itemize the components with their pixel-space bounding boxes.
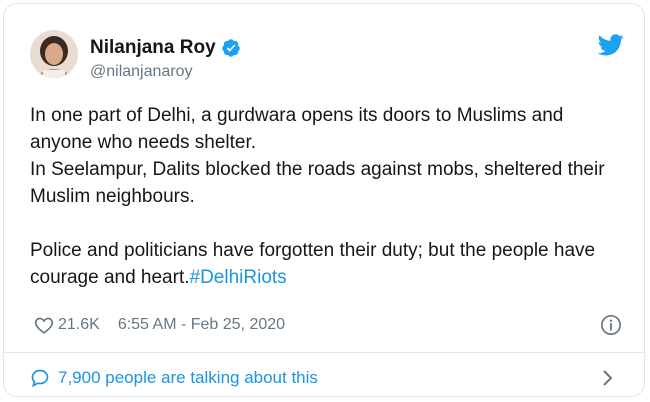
avatar[interactable] <box>30 30 78 78</box>
tweet-meta: 21.6K 6:55 AM - Feb 25, 2020 <box>34 316 285 334</box>
timestamp[interactable]: 6:55 AM - Feb 25, 2020 <box>118 316 285 334</box>
info-icon[interactable] <box>600 314 622 336</box>
tweet-card: Nilanjana Roy @nilanjanaroy In one part … <box>3 3 645 397</box>
author-name-row[interactable]: Nilanjana Roy <box>90 37 241 59</box>
tweet-line-1: In one part of Delhi, a gurdwara opens i… <box>30 105 564 153</box>
avatar-image <box>30 30 78 78</box>
talking-count[interactable]: 7,900 people are talking about this <box>58 368 318 388</box>
twitter-bird-icon[interactable] <box>598 34 624 56</box>
verified-badge-icon <box>221 39 240 57</box>
divider <box>4 352 644 353</box>
conversation-link[interactable]: 7,900 people are talking about this <box>30 368 318 388</box>
author-name[interactable]: Nilanjana Roy <box>90 37 216 59</box>
hashtag-link[interactable]: #DelhiRiots <box>190 267 287 288</box>
tweet-line-3: Police and politicians have forgotten th… <box>30 237 630 291</box>
tweet-text: In one part of Delhi, a gurdwara opens i… <box>30 102 630 291</box>
tweet-line-2: In Seelampur, Dalits blocked the roads a… <box>30 159 605 207</box>
chevron-right-icon[interactable] <box>602 369 614 387</box>
tweet-line-3-text: Police and politicians have forgotten th… <box>30 240 596 288</box>
author-handle[interactable]: @nilanjanaroy <box>90 63 193 81</box>
speech-bubble-icon <box>31 369 49 388</box>
heart-icon[interactable] <box>34 316 54 334</box>
like-count[interactable]: 21.6K <box>58 316 100 334</box>
